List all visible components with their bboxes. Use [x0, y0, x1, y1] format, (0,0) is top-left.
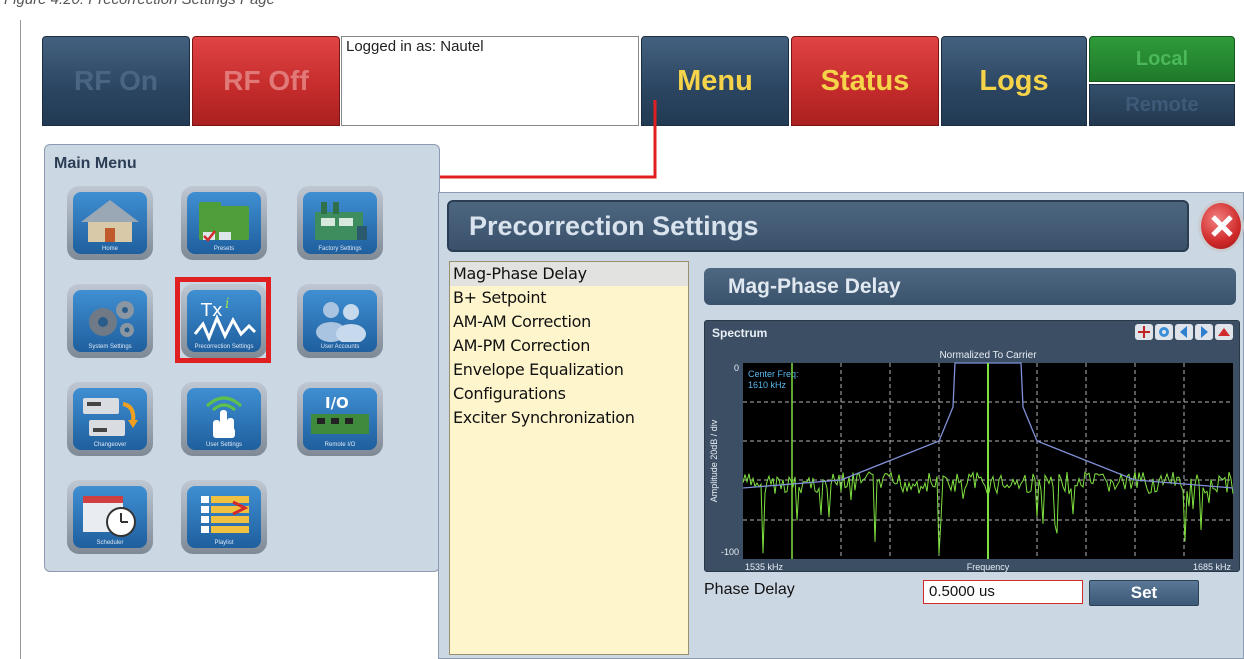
set-button-label: Set: [1130, 583, 1158, 602]
home-icon: [81, 200, 139, 242]
phase-delay-input[interactable]: 0.5000 us: [923, 580, 1083, 604]
sub-title: Mag-Phase Delay: [728, 274, 901, 298]
users-icon: [316, 302, 366, 342]
presets-tile[interactable]: Presets: [181, 186, 267, 260]
close-button[interactable]: [1198, 200, 1244, 252]
menu-item-exciter-synchronization[interactable]: Exciter Synchronization: [450, 406, 688, 430]
scheduler-tile[interactable]: Scheduler: [67, 480, 153, 554]
spectrum-panel-title: Spectrum: [712, 326, 768, 340]
home-tile[interactable]: Home: [67, 186, 153, 260]
remote-io-tile-label: Remote I/O: [324, 442, 356, 448]
playlist-tile-label: Playlist: [214, 540, 234, 546]
phase-delay-label: Phase Delay: [704, 581, 795, 598]
spectrum-panel: Spectrum Normalized To Carrier 0 -100 Am…: [704, 320, 1240, 572]
system-tile-label: System Settings: [88, 344, 132, 350]
main-menu-title: Main Menu: [54, 155, 137, 172]
presets-tile-label: Presets: [213, 246, 235, 252]
y-bottom-label: -100: [721, 547, 739, 557]
presets-icon: [199, 202, 249, 242]
x-right-label: 1685 kHz: [1193, 562, 1232, 572]
marker-tool-icon[interactable]: [1135, 324, 1153, 340]
set-button[interactable]: Set: [1089, 580, 1199, 606]
previous-icon[interactable]: [1175, 324, 1193, 340]
changeover-tile[interactable]: Changeover: [67, 382, 153, 456]
spectrum-chart: Normalized To Carrier 0 -100 Amplitude 2…: [709, 350, 1234, 572]
selection-highlight-box: [175, 277, 271, 363]
menu-item-envelope-equalization[interactable]: Envelope Equalization: [450, 358, 688, 382]
factory-tile-label: Factory Settings: [318, 246, 362, 252]
home-tile-label: Home: [101, 246, 118, 252]
close-icon: [1211, 215, 1233, 237]
y-top-label: 0: [734, 363, 739, 373]
gears-icon: [89, 301, 134, 337]
user-accounts-tile[interactable]: User Accounts: [297, 284, 383, 358]
svg-text:I/O: I/O: [325, 394, 349, 412]
x-left-label: 1535 kHz: [745, 562, 784, 572]
scheduler-tile-label: Scheduler: [96, 540, 124, 546]
menu-item-configurations[interactable]: Configurations: [450, 382, 688, 406]
user-settings-tile[interactable]: User Settings: [181, 382, 267, 456]
playlist-icon: [201, 496, 249, 533]
center-freq-label: Center Freq:: [748, 369, 799, 379]
chart-title: Normalized To Carrier: [939, 350, 1037, 361]
scheduler-icon: [83, 496, 136, 537]
remote-io-tile[interactable]: I/O Remote I/O: [297, 382, 383, 456]
center-freq-value: 1610 kHz: [748, 380, 787, 390]
io-icon: I/O: [311, 394, 369, 434]
factory-icon: [315, 202, 367, 240]
collapse-icon[interactable]: [1215, 324, 1233, 340]
menu-item-am-am-correction[interactable]: AM-AM Correction: [450, 310, 688, 334]
menu-item-mag-phase-delay[interactable]: Mag-Phase Delay: [450, 262, 688, 286]
menu-item-b-plus-setpoint[interactable]: B+ Setpoint: [450, 286, 688, 310]
mag-phase-delay-header: Mag-Phase Delay: [704, 268, 1236, 305]
x-axis-label: Frequency: [967, 562, 1010, 572]
menu-callout-line: [430, 100, 657, 179]
user-settings-tile-label: User Settings: [205, 442, 242, 448]
precorrection-header: Precorrection Settings: [447, 200, 1189, 252]
users-tile-label: User Accounts: [320, 344, 360, 350]
settings-tool-icon[interactable]: [1155, 324, 1173, 340]
next-icon[interactable]: [1195, 324, 1213, 340]
y-axis-label: Amplitude 20dB / div: [709, 419, 719, 502]
system-settings-tile[interactable]: System Settings: [67, 284, 153, 358]
changeover-icon: [83, 398, 138, 436]
precorrection-menu-list: Mag-Phase Delay B+ Setpoint AM-AM Correc…: [449, 261, 689, 655]
playlist-tile[interactable]: Playlist: [181, 480, 267, 554]
precorrection-title: Precorrection Settings: [469, 210, 759, 241]
changeover-tile-label: Changeover: [93, 442, 127, 448]
factory-settings-tile[interactable]: Factory Settings: [297, 186, 383, 260]
menu-item-am-pm-correction[interactable]: AM-PM Correction: [450, 334, 688, 358]
hand-icon: [205, 396, 243, 438]
